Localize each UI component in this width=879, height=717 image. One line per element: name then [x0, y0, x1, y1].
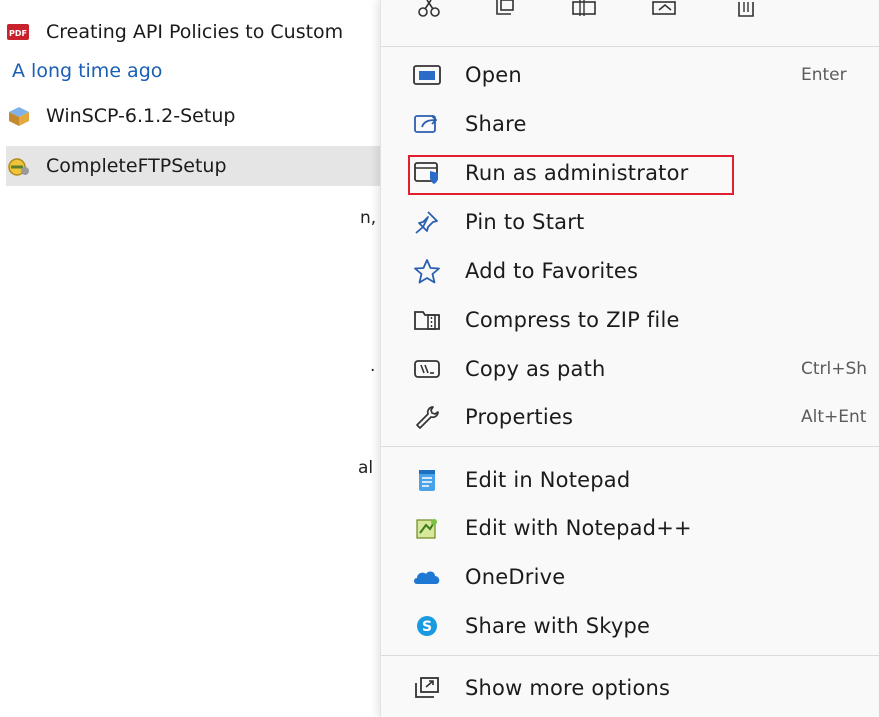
- menu-item-shortcut: Ctrl+Sh: [801, 359, 868, 379]
- menu-separator: [381, 655, 879, 656]
- file-item-winscp[interactable]: WinSCP-6.1.2-Setup: [6, 96, 376, 136]
- menu-item-label: Run as administrator: [465, 161, 689, 185]
- open-window-icon: [409, 60, 445, 90]
- menu-item-label: OneDrive: [465, 565, 566, 589]
- menu-item-label: Edit with Notepad++: [465, 516, 692, 540]
- menu-separator: [381, 446, 879, 447]
- menu-item-pin-to-start[interactable]: Pin to Start: [381, 198, 879, 246]
- svg-text:PDF: PDF: [9, 29, 27, 38]
- file-item-pdf[interactable]: PDF Creating API Policies to Custom: [6, 12, 376, 52]
- star-icon: [409, 256, 445, 286]
- menu-item-open[interactable]: Open Enter: [381, 51, 879, 99]
- menu-item-onedrive[interactable]: OneDrive: [381, 553, 879, 601]
- menu-item-properties[interactable]: Properties Alt+Ent: [381, 393, 879, 441]
- file-name: WinSCP-6.1.2-Setup: [46, 105, 236, 127]
- wrench-icon: [409, 402, 445, 432]
- context-menu: Open Enter Share Run as administrator Pi…: [380, 0, 879, 717]
- obscured-text-fragment: al: [358, 458, 374, 478]
- obscured-text-fragment: .: [370, 356, 376, 376]
- menu-item-label: Show more options: [465, 676, 671, 700]
- menu-item-shortcut: Alt+Ent: [801, 407, 867, 427]
- zip-folder-icon: [409, 305, 445, 335]
- menu-item-label: Share with Skype: [465, 614, 651, 638]
- menu-item-label: Pin to Start: [465, 210, 585, 234]
- pin-icon: [409, 207, 445, 237]
- menu-item-compress-to-zip[interactable]: Compress to ZIP file: [381, 296, 879, 344]
- pdf-icon: PDF: [6, 21, 32, 43]
- notepad-plus-plus-icon: [409, 513, 445, 543]
- notepad-icon: [409, 465, 445, 495]
- menu-item-run-as-administrator[interactable]: Run as administrator: [381, 149, 879, 197]
- menu-item-show-more-options[interactable]: Show more options: [381, 664, 879, 712]
- menu-item-share[interactable]: Share: [381, 100, 879, 148]
- delete-icon[interactable]: [733, 0, 761, 22]
- share-icon[interactable]: [651, 0, 679, 22]
- copy-icon[interactable]: [491, 0, 519, 22]
- menu-item-label: Share: [465, 112, 527, 136]
- shield-window-icon: [409, 158, 445, 188]
- context-menu-quick-actions: [381, 0, 879, 40]
- file-name: Creating API Policies to Custom: [46, 21, 344, 43]
- menu-item-label: Open: [465, 63, 522, 87]
- menu-item-share-with-skype[interactable]: S Share with Skype: [381, 602, 879, 650]
- share-icon: [409, 109, 445, 139]
- menu-item-label: Add to Favorites: [465, 259, 639, 283]
- file-explorer-list: PDF Creating API Policies to Custom A lo…: [0, 0, 380, 717]
- menu-item-edit-in-notepad[interactable]: Edit in Notepad: [381, 456, 879, 504]
- menu-separator: [381, 46, 879, 47]
- rename-icon[interactable]: [571, 0, 599, 22]
- svg-text:S: S: [422, 619, 432, 635]
- more-options-icon: [409, 673, 445, 703]
- installer-package-icon: [6, 105, 32, 127]
- file-name: CompleteFTPSetup: [46, 155, 227, 177]
- obscured-text-fragment: n,: [360, 208, 377, 228]
- cut-icon[interactable]: [415, 0, 443, 22]
- group-header-long-time-ago[interactable]: A long time ago: [12, 60, 162, 82]
- menu-item-copy-as-path[interactable]: Copy as path Ctrl+Sh: [381, 345, 879, 393]
- menu-item-add-to-favorites[interactable]: Add to Favorites: [381, 247, 879, 295]
- menu-item-label: Compress to ZIP file: [465, 308, 680, 332]
- file-item-completeftp[interactable]: CompleteFTPSetup: [6, 146, 380, 186]
- skype-icon: S: [409, 611, 445, 641]
- menu-item-label: Copy as path: [465, 357, 606, 381]
- menu-item-label: Edit in Notepad: [465, 468, 631, 492]
- menu-item-label: Properties: [465, 405, 574, 429]
- menu-item-edit-with-notepad-plus-plus[interactable]: Edit with Notepad++: [381, 504, 879, 552]
- menu-item-shortcut: Enter: [801, 65, 847, 85]
- ftp-setup-icon: [6, 155, 32, 177]
- copy-path-icon: [409, 354, 445, 384]
- onedrive-cloud-icon: [409, 562, 445, 592]
